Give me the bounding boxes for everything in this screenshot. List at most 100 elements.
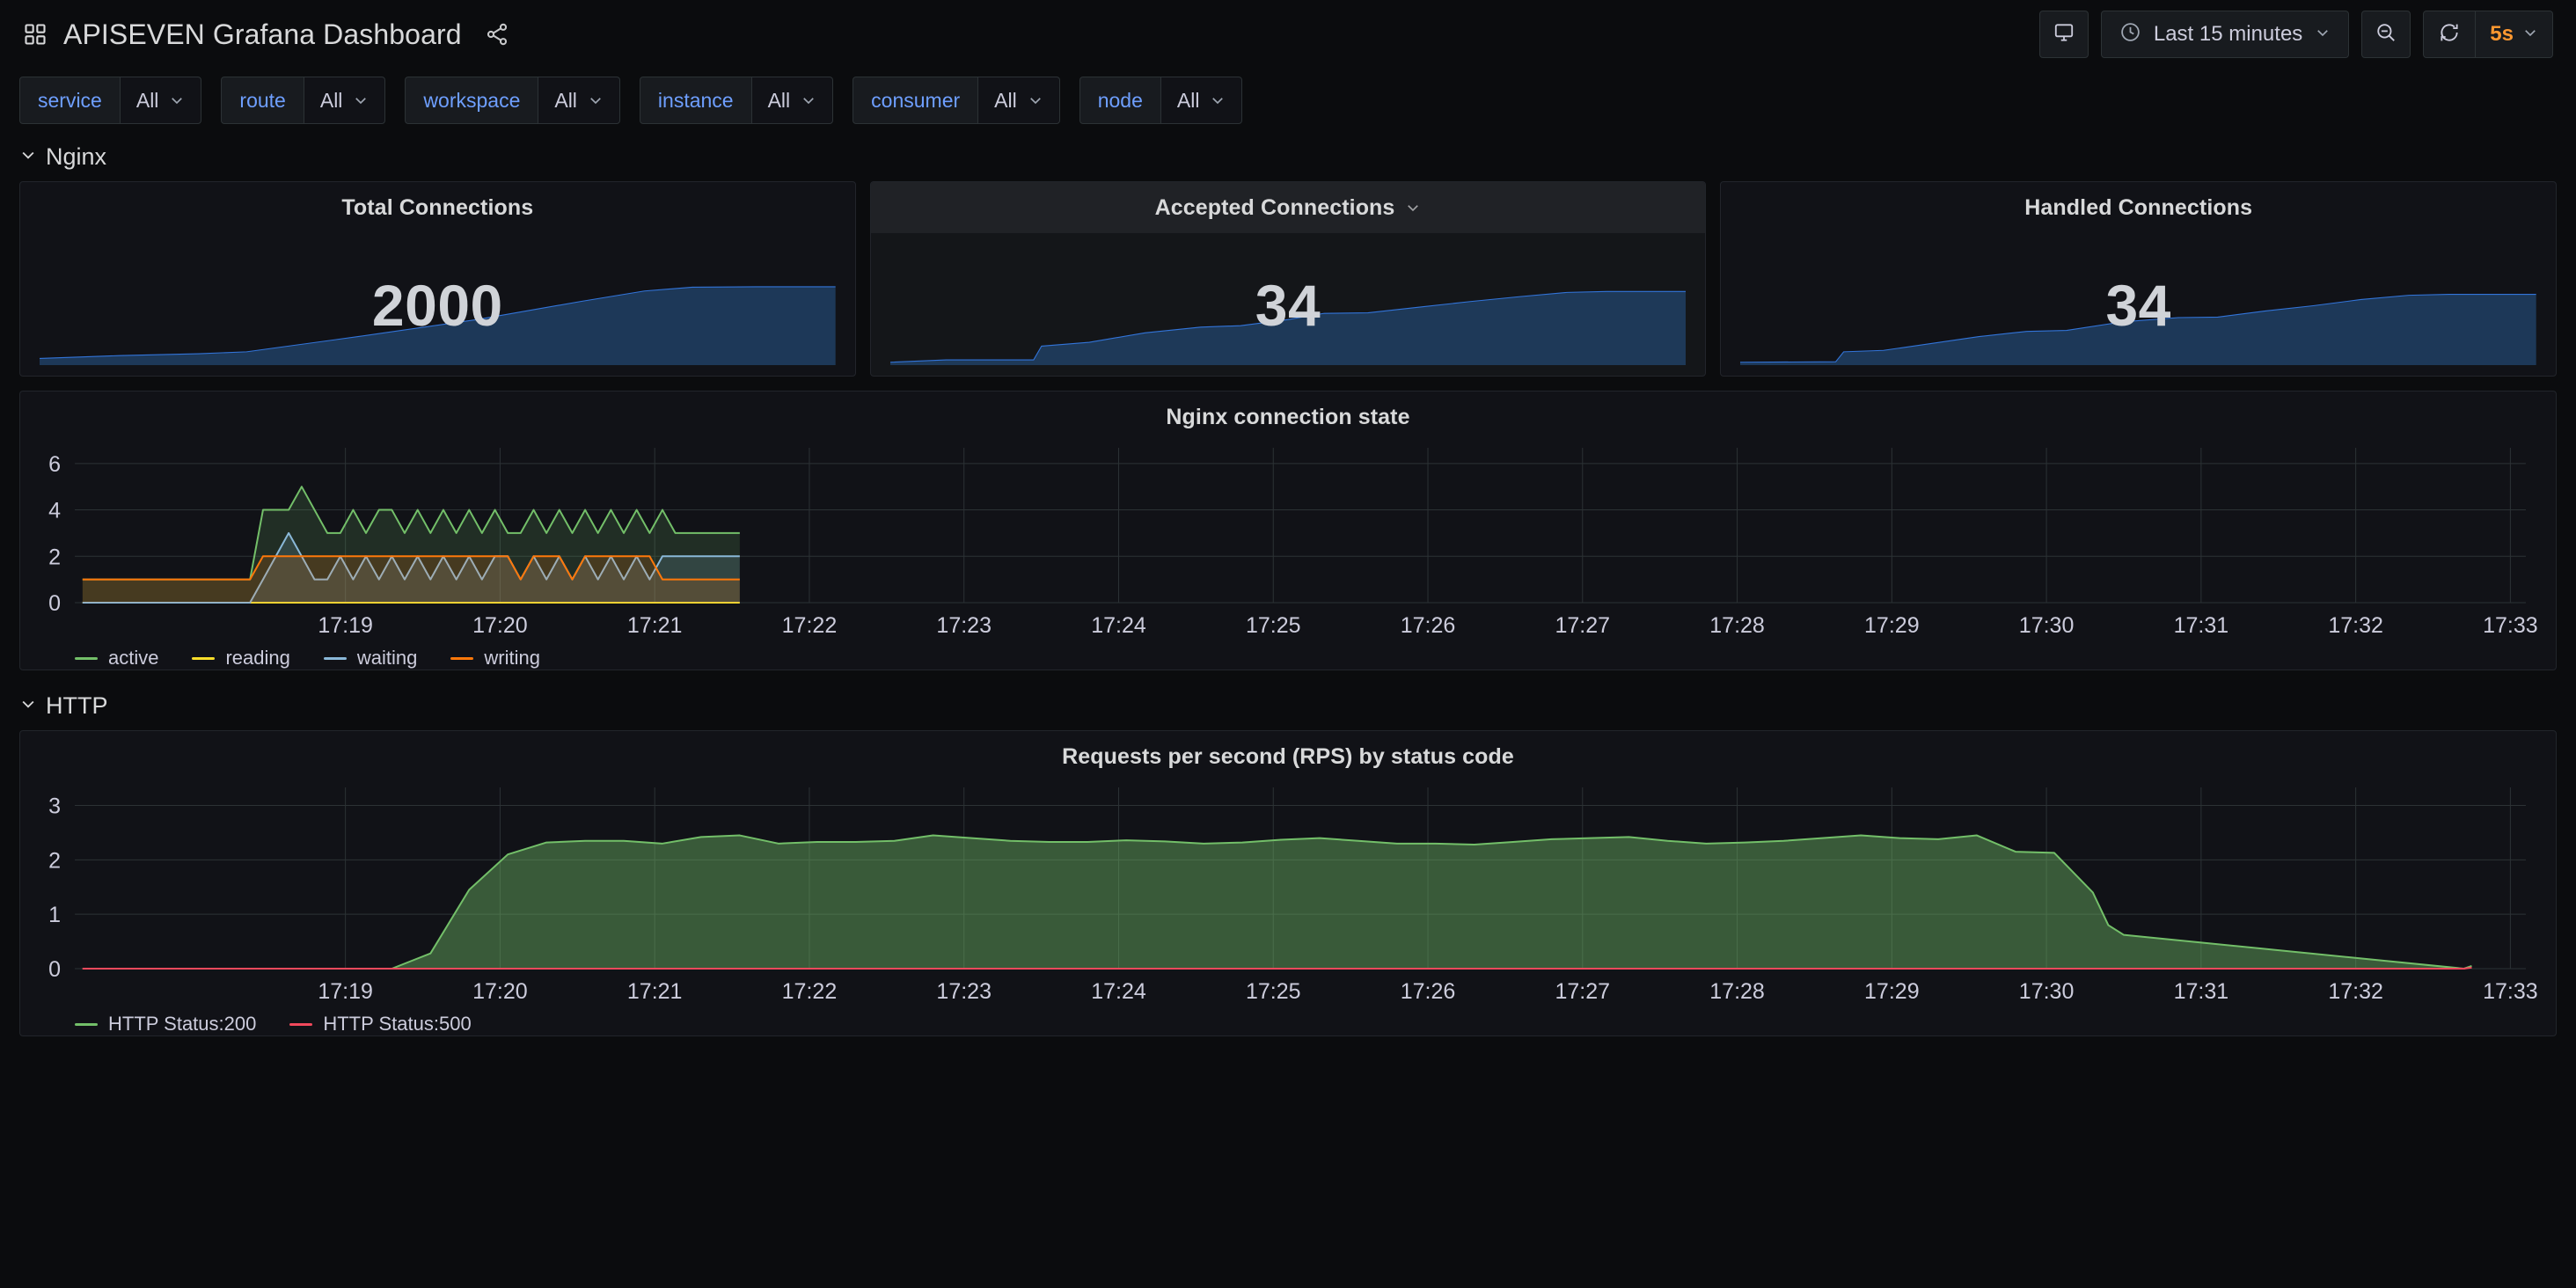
variable-node: node All	[1079, 77, 1243, 124]
panel-header: Nginx connection state	[20, 392, 2556, 443]
chevron-down-icon	[355, 98, 367, 105]
chevron-down-icon	[19, 695, 37, 717]
panel-title: Requests per second (RPS) by status code	[1062, 743, 1514, 769]
variable-value-workspace: All	[554, 88, 577, 112]
variable-value-instance: All	[767, 88, 791, 112]
panel-requests-per-second: Requests per second (RPS) by status code…	[19, 730, 2557, 1036]
variable-select-service[interactable]: All	[119, 77, 202, 124]
chart-plot-area[interactable]: 0 1 2 3	[20, 782, 2556, 977]
refresh-interval-picker[interactable]: 5s	[2476, 11, 2552, 57]
top-navigation-bar: APISEVEN Grafana Dashboard Last 15 minut…	[0, 0, 2576, 69]
x-axis-tick-label: 17:32	[2328, 613, 2383, 638]
variable-value-node: All	[1176, 88, 1200, 112]
clock-icon	[2119, 21, 2141, 48]
x-axis-tick-label: 17:26	[1401, 979, 1456, 1004]
variable-select-workspace[interactable]: All	[538, 77, 620, 124]
variable-select-node[interactable]: All	[1160, 77, 1243, 124]
variable-value-service: All	[135, 88, 159, 112]
panel-title: Nginx connection state	[1166, 404, 1410, 429]
x-axis-tick-label: 17:29	[1864, 979, 1920, 1004]
variable-select-consumer[interactable]: All	[977, 77, 1060, 124]
legend-item[interactable]: writing	[450, 647, 540, 670]
x-axis-tick-label: 17:28	[1709, 979, 1765, 1004]
time-range-label: Last 15 minutes	[2153, 22, 2303, 46]
legend-label: HTTP Status:500	[323, 1013, 472, 1035]
legend-item[interactable]: active	[75, 647, 158, 670]
refresh-controls: 5s	[2423, 11, 2553, 58]
x-axis-tick-label: 17:21	[627, 979, 683, 1004]
stat-panel-0: Total Connections 2000	[19, 181, 856, 377]
x-axis-tick-label: 17:32	[2328, 979, 2383, 1004]
panel-header: Requests per second (RPS) by status code	[20, 731, 2556, 782]
x-axis-tick-label: 17:28	[1709, 613, 1765, 638]
zoom-out-icon	[2375, 21, 2397, 48]
x-axis-tick-label: 17:24	[1091, 979, 1146, 1004]
legend-item[interactable]: reading	[192, 647, 290, 670]
legend-color-swatch	[323, 656, 347, 660]
section-title: Nginx	[46, 143, 107, 170]
series-http-status-200	[83, 836, 2472, 969]
chart-legend: HTTP Status:200 HTTP Status:500	[20, 1007, 2556, 1036]
variable-label-route: route	[221, 77, 304, 124]
time-range-picker[interactable]: Last 15 minutes	[2100, 11, 2350, 58]
x-axis-tick-label: 17:23	[936, 979, 992, 1004]
x-axis-tick-label: 17:30	[2019, 613, 2075, 638]
variable-select-instance[interactable]: All	[750, 77, 834, 124]
legend-item[interactable]: waiting	[323, 647, 417, 670]
x-axis-tick-label: 17:22	[782, 979, 838, 1004]
nav-right-group: Last 15 minutes 5s	[2038, 11, 2553, 58]
legend-label: HTTP Status:200	[108, 1013, 257, 1035]
chevron-down-icon	[1212, 98, 1224, 105]
refresh-icon	[2438, 21, 2461, 48]
share-icon[interactable]	[478, 22, 509, 47]
nav-left-group: APISEVEN Grafana Dashboard	[23, 18, 509, 51]
chevron-down-icon	[590, 98, 601, 105]
x-axis-tick-label: 17:26	[1401, 613, 1456, 638]
variable-value-route: All	[319, 88, 343, 112]
panel-title: Handled Connections	[2024, 194, 2253, 220]
x-axis-tick-label: 17:33	[2483, 613, 2538, 638]
chevron-down-icon	[803, 98, 814, 105]
section-header-nginx[interactable]: Nginx	[0, 132, 2576, 181]
chart-legend: active reading waiting writing	[20, 641, 2556, 670]
section-header-http[interactable]: HTTP	[0, 681, 2576, 730]
x-axis-tick-label: 17:23	[936, 613, 992, 638]
stat-panel-2: Handled Connections 34	[1720, 181, 2558, 377]
chevron-down-icon	[2522, 25, 2538, 45]
chart-x-axis: 17:19 17:20 17:21 17:22 17:23 17:24 17:25 17:26…	[20, 611, 2556, 641]
refresh-interval-label: 5s	[2490, 22, 2514, 46]
x-axis-tick-label: 17:25	[1246, 979, 1301, 1004]
variable-label-workspace: workspace	[405, 77, 538, 124]
x-axis-tick-label: 17:31	[2174, 979, 2229, 1004]
stat-value: 34	[1255, 273, 1321, 338]
stat-body: 34	[871, 233, 1706, 376]
chart-plot-area[interactable]: 0 2 4 6	[20, 443, 2556, 611]
variable-label-service: service	[19, 77, 120, 124]
x-axis-tick-label: 17:19	[318, 979, 373, 1004]
x-axis-tick-label: 17:20	[472, 979, 528, 1004]
chevron-down-icon	[1029, 98, 1041, 105]
variable-select-route[interactable]: All	[303, 77, 386, 124]
y-axis-tick-label: 2	[48, 545, 61, 569]
panel-menu-chevron-down-icon[interactable]	[1405, 200, 1421, 216]
refresh-dashboard-button[interactable]	[2424, 11, 2475, 57]
stat-value: 2000	[371, 273, 503, 338]
section-title: HTTP	[46, 692, 108, 719]
x-axis-tick-label: 17:21	[627, 613, 683, 638]
series-writing	[83, 556, 740, 603]
chevron-down-icon	[172, 98, 183, 105]
legend-color-swatch	[450, 656, 474, 660]
tv-mode-button[interactable]	[2038, 11, 2089, 58]
x-axis-tick-label: 17:25	[1246, 613, 1301, 638]
grid-icon[interactable]	[23, 22, 48, 47]
x-axis-tick-label: 17:33	[2483, 979, 2538, 1004]
legend-item[interactable]: HTTP Status:200	[75, 1013, 256, 1036]
variable-label-consumer: consumer	[853, 77, 978, 124]
legend-item[interactable]: HTTP Status:500	[289, 1013, 472, 1036]
zoom-out-time-range-button[interactable]	[2361, 11, 2411, 58]
page-title: APISEVEN Grafana Dashboard	[63, 18, 462, 50]
y-axis-tick-label: 6	[48, 452, 61, 477]
variable-workspace: workspace All	[405, 77, 620, 124]
stat-body: 2000	[20, 233, 855, 376]
connection-state-panel-row: Nginx connection state 0246 17:19 17:20 17…	[0, 391, 2576, 670]
